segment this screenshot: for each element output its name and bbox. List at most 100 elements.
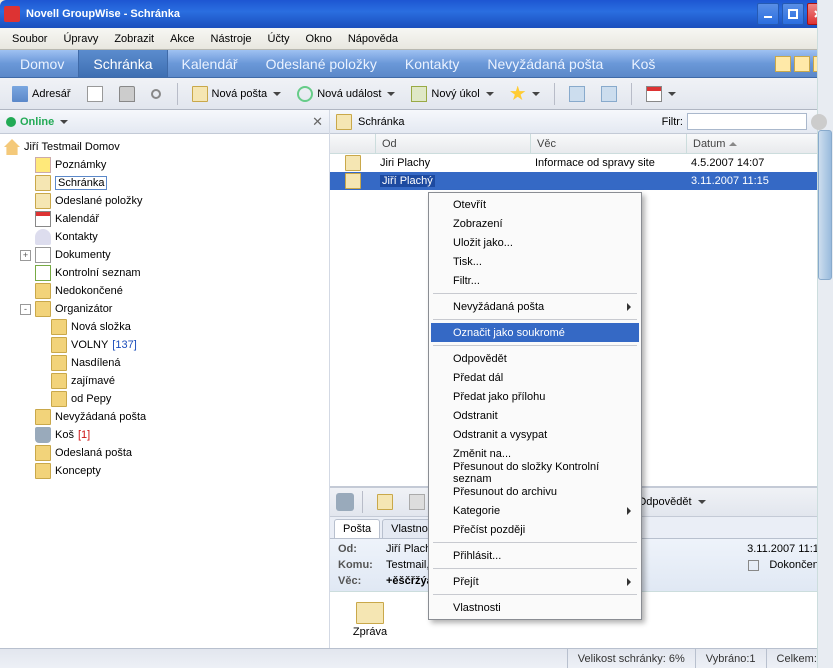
col-datum[interactable]: Datum <box>687 134 833 153</box>
attachment-item[interactable]: Zpráva <box>340 602 400 638</box>
ctx-item[interactable]: Zobrazení <box>431 214 639 233</box>
tree-item[interactable]: Koš [1] <box>0 426 329 444</box>
folder-icon <box>51 319 67 335</box>
tree-item[interactable]: VOLNY [137] <box>0 336 329 354</box>
ctx-item[interactable]: Přihlásit... <box>431 546 639 565</box>
tree-item[interactable]: Odeslaná pošta <box>0 444 329 462</box>
tab-kos[interactable]: Koš <box>617 50 669 77</box>
menu-akce[interactable]: Akce <box>162 33 202 45</box>
toolbar-view-1[interactable] <box>563 82 591 106</box>
tab-kalendar[interactable]: Kalendář <box>168 50 252 77</box>
online-header[interactable]: Online ✕ <box>0 110 329 134</box>
menu-separator <box>433 568 637 569</box>
ctx-item[interactable]: Filtr... <box>431 271 639 290</box>
tree-item[interactable]: Schránka <box>0 174 329 192</box>
ctx-item[interactable]: Uložit jako... <box>431 233 639 252</box>
adresar-button[interactable]: Adresář <box>6 82 77 106</box>
ctx-item[interactable]: Označit jako soukromé <box>431 323 639 342</box>
ctx-item[interactable]: Vlastnosti <box>431 598 639 617</box>
toolbar-search[interactable] <box>145 82 169 106</box>
tree-item[interactable]: Odeslané položky <box>0 192 329 210</box>
scroll-thumb[interactable] <box>818 130 832 280</box>
novy-ukol-button[interactable]: Nový úkol <box>405 82 499 106</box>
cell-od: Jiri Plachy <box>376 157 531 169</box>
tree-item[interactable]: Kontakty <box>0 228 329 246</box>
attachment-icon[interactable] <box>336 493 354 511</box>
toolbar-star[interactable] <box>504 82 546 106</box>
submenu-arrow-icon <box>627 507 631 515</box>
expand-icon[interactable]: - <box>20 304 31 315</box>
menu-napoveda[interactable]: Nápověda <box>340 33 406 45</box>
tree-label: zajímavé <box>71 375 115 387</box>
menu-upravy[interactable]: Úpravy <box>55 33 106 45</box>
maximize-button[interactable] <box>782 3 804 25</box>
glasses-icon <box>409 494 425 510</box>
menu-okno[interactable]: Okno <box>298 33 340 45</box>
toolbar-view-2[interactable] <box>595 82 623 106</box>
ctx-item[interactable]: Přečíst později <box>431 520 639 539</box>
tree-root[interactable]: Jiří Testmail Domov <box>0 138 329 156</box>
menu-ucty[interactable]: Účty <box>260 33 298 45</box>
ctx-item[interactable]: Přesunout do archivu <box>431 482 639 501</box>
nav-tabs: Domov Schránka Kalendář Odeslané položky… <box>0 50 833 78</box>
ctx-item[interactable]: Otevřít <box>431 195 639 214</box>
expand-icon[interactable]: + <box>20 250 31 261</box>
ctx-item[interactable]: Odpovědět <box>431 349 639 368</box>
tree-item[interactable]: Kalendář <box>0 210 329 228</box>
tree-label: Nevyžádaná pošta <box>55 411 146 423</box>
toolbar-cal[interactable] <box>640 82 682 106</box>
tab-domov[interactable]: Domov <box>6 50 78 77</box>
folder-icon <box>51 337 67 353</box>
panel-icon-1[interactable] <box>775 56 791 72</box>
menu-soubor[interactable]: Soubor <box>4 33 55 45</box>
message-row[interactable]: Jiri PlachyInformace od spravy site4.5.2… <box>330 154 833 172</box>
tree-item[interactable]: Nová složka <box>0 318 329 336</box>
ctx-item[interactable]: Přesunout do složky Kontrolní seznam <box>431 463 639 482</box>
nova-posta-button[interactable]: Nová pošta <box>186 82 288 106</box>
menu-nastroje[interactable]: Nástroje <box>203 33 260 45</box>
toolbar-print[interactable] <box>113 82 141 106</box>
tree-item[interactable]: od Pepy <box>0 390 329 408</box>
toolbar-btn-2[interactable] <box>81 82 109 106</box>
col-icon[interactable] <box>330 134 376 153</box>
tree-scrollbar[interactable] <box>817 0 833 668</box>
tab-spam[interactable]: Nevyžádaná pošta <box>473 50 617 77</box>
tree-item[interactable]: Nedokončené <box>0 282 329 300</box>
midbar-btn-1[interactable] <box>371 490 399 514</box>
tab-odeslane[interactable]: Odeslané položky <box>252 50 391 77</box>
panel-icon-2[interactable] <box>794 56 810 72</box>
midbar-btn-2[interactable] <box>403 490 431 514</box>
tree-item[interactable]: +Dokumenty <box>0 246 329 264</box>
dokonceno-checkbox[interactable] <box>748 560 759 571</box>
tree-item[interactable]: Koncepty <box>0 462 329 480</box>
mail-icon <box>345 173 361 189</box>
pane-close-icon[interactable]: ✕ <box>312 114 323 130</box>
tree-item[interactable]: Nasdílená <box>0 354 329 372</box>
menu-zobrazit[interactable]: Zobrazit <box>106 33 162 45</box>
col-vec[interactable]: Věc <box>531 134 687 153</box>
ctx-item[interactable]: Tisk... <box>431 252 639 271</box>
tree-item[interactable]: -Organizátor <box>0 300 329 318</box>
ctx-item[interactable]: Přejít <box>431 572 639 591</box>
count-badge: [137] <box>112 339 136 351</box>
tree-item[interactable]: Poznámky <box>0 156 329 174</box>
filter-input[interactable] <box>687 113 807 130</box>
minimize-button[interactable] <box>757 3 779 25</box>
ctx-item[interactable]: Kategorie <box>431 501 639 520</box>
col-od[interactable]: Od <box>376 134 531 153</box>
message-row[interactable]: Jiří Plachý3.11.2007 11:15 <box>330 172 833 190</box>
tab-schranka[interactable]: Schránka <box>78 50 167 77</box>
ctx-item[interactable]: Předat jako přílohu <box>431 387 639 406</box>
filter-clear-icon[interactable] <box>811 114 827 130</box>
ctx-item[interactable]: Odstranit a vysypat <box>431 425 639 444</box>
ctx-item[interactable]: Předat dál <box>431 368 639 387</box>
sort-asc-icon <box>729 142 737 146</box>
ptab-posta[interactable]: Pošta <box>334 519 380 538</box>
ctx-item[interactable]: Odstranit <box>431 406 639 425</box>
tab-kontakty[interactable]: Kontakty <box>391 50 473 77</box>
tree-item[interactable]: Nevyžádaná pošta <box>0 408 329 426</box>
tree-item[interactable]: Kontrolní seznam <box>0 264 329 282</box>
ctx-item[interactable]: Nevyžádaná pošta <box>431 297 639 316</box>
nova-udalost-button[interactable]: Nová událost <box>291 82 401 106</box>
tree-item[interactable]: zajímavé <box>0 372 329 390</box>
